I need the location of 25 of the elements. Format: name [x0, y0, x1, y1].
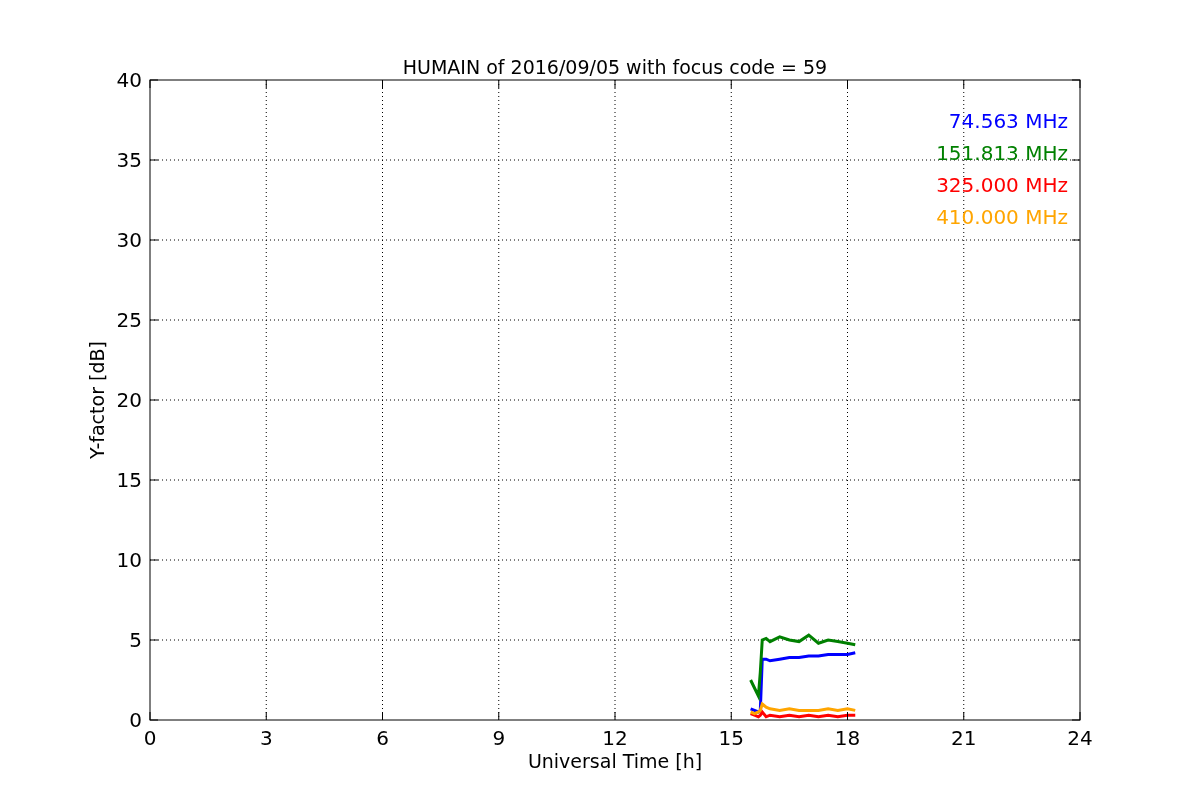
- tick-label: 0: [129, 708, 142, 732]
- tick-label: 24: [1067, 726, 1093, 750]
- tick-label: 18: [834, 726, 861, 750]
- tick-label: 30: [116, 228, 142, 252]
- legend-label: 74.563 MHz: [948, 109, 1068, 133]
- tick-label: 10: [116, 548, 142, 572]
- tick-label: 0: [143, 726, 157, 750]
- tick-label: 3: [259, 726, 273, 750]
- tick-label: 15: [116, 468, 142, 492]
- tick-label: 35: [116, 148, 142, 172]
- legend-label: 410.000 MHz: [936, 205, 1068, 229]
- tick-label: 15: [718, 726, 744, 750]
- tick-label: 9: [492, 726, 506, 750]
- tick-label: 20: [116, 388, 142, 412]
- legend-label: 325.000 MHz: [936, 173, 1068, 197]
- tick-label: 6: [376, 726, 389, 750]
- tick-label: 40: [116, 68, 142, 92]
- legend-label: 151.813 MHz: [936, 141, 1068, 165]
- chart-title: HUMAIN of 2016/09/05 with focus code = 59: [402, 56, 828, 78]
- tick-label: 5: [129, 628, 142, 652]
- axis-label: Y-factor [dB]: [86, 341, 108, 459]
- tick-label: 25: [116, 308, 142, 332]
- axis-label: Universal Time [h]: [527, 750, 703, 772]
- tick-label: 21: [951, 726, 977, 750]
- tick-label: 12: [602, 726, 628, 750]
